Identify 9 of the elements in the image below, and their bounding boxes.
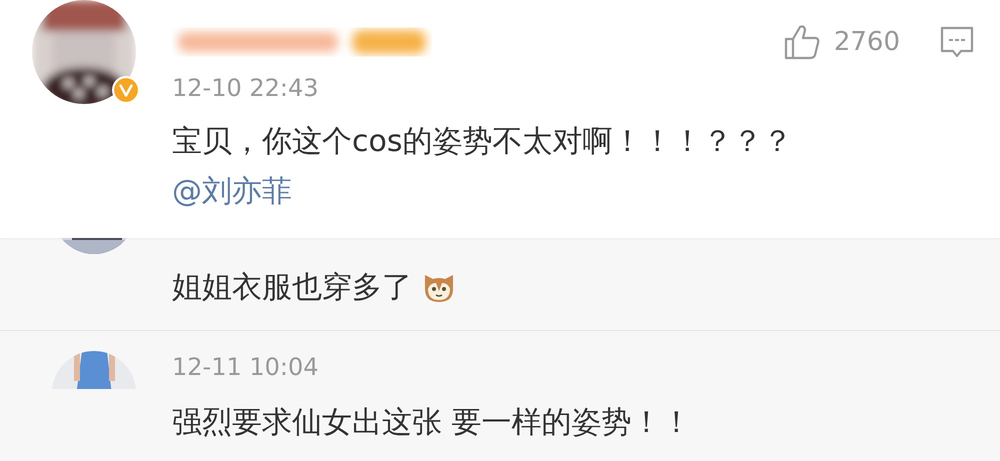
comment-text: 强烈要求仙女出这张 要一样的姿势！！ [172,404,692,442]
comment-text: 宝贝，你这个cos的姿势不太对啊！！！？？？ [172,123,794,161]
comment-text: 姐姐衣服也穿多了 [172,269,412,307]
mention-link[interactable]: @刘亦菲 [172,170,292,214]
like-count: 2760 [834,27,900,57]
thumbs-up-icon[interactable] [784,24,820,60]
timestamp: 12-11 10:04 [172,352,320,383]
comment-icon[interactable] [940,25,974,59]
timestamp: 12-10 22:43 [172,73,320,104]
